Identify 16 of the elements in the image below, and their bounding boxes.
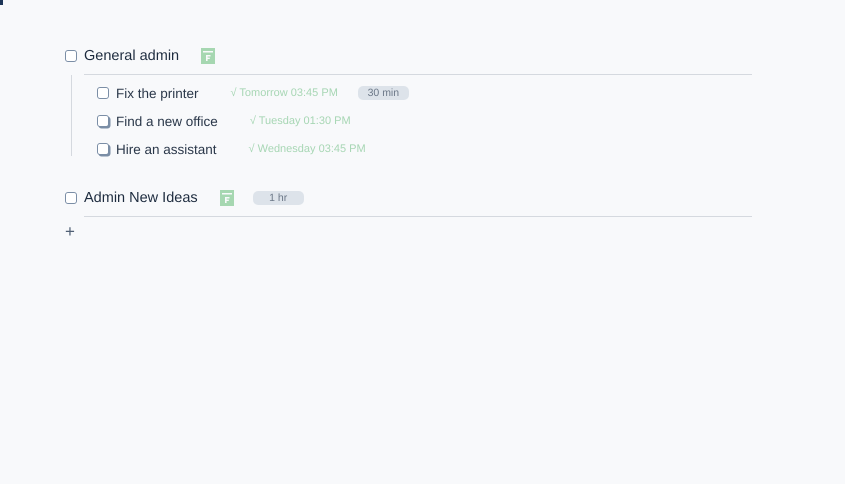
group-title: Admin New Ideas — [84, 190, 198, 206]
task-title: Hire an assistant — [116, 142, 217, 156]
duration-badge: 30 min — [358, 86, 409, 100]
task-title: Fix the printer — [116, 86, 199, 100]
checkbox[interactable] — [65, 192, 77, 204]
group-title: General admin — [84, 48, 180, 64]
checkbox[interactable] — [97, 87, 109, 99]
duration-badge: 1 hr — [252, 191, 304, 205]
due-date: √ Tomorrow 03:45 PM — [230, 87, 338, 99]
task-title: Find a new office — [116, 114, 218, 128]
stacked-checkbox[interactable] — [97, 115, 109, 127]
add-button[interactable]: + — [65, 223, 75, 240]
due-date: √ Wednesday 03:45 PM — [248, 143, 366, 155]
due-date: √ Tuesday 01:30 PM — [250, 115, 351, 127]
stacked-checkbox[interactable] — [97, 143, 109, 155]
checkbox[interactable] — [65, 50, 77, 62]
